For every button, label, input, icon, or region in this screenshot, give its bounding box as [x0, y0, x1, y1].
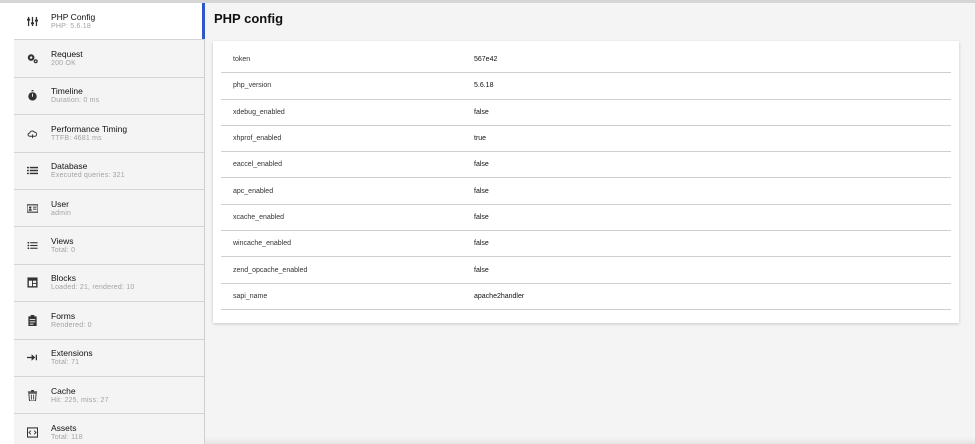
sidebar-item-label: Assets: [51, 422, 77, 433]
sidebar-item-subtitle: 200 OK: [51, 60, 76, 68]
code-file-icon: [14, 414, 51, 444]
row-key: xcache_enabled: [233, 213, 284, 221]
sidebar-item-views[interactable]: Views Total: 0: [14, 227, 204, 265]
sidebar-item-forms[interactable]: Forms Rendered: 0: [14, 302, 204, 340]
row-key: eaccel_enabled: [233, 161, 283, 169]
table-row: wincache_enabled false: [221, 231, 951, 258]
sidebar-item-label: User: [51, 198, 69, 209]
sidebar: PHP Config PHP: 5.6.18 Request 200 OK Ti…: [14, 3, 205, 444]
sidebar-item-cache[interactable]: Cache Hit: 225, miss: 27: [14, 377, 204, 415]
id-card-icon: [14, 190, 51, 226]
sidebar-item-subtitle: admin: [51, 209, 72, 217]
sidebar-item-subtitle: PHP: 5.6.18: [51, 22, 91, 30]
sidebar-item-extensions[interactable]: Extensions Total: 71: [14, 340, 204, 377]
row-value: false: [474, 266, 489, 274]
sidebar-item-subtitle: Total: 71: [51, 359, 80, 367]
sidebar-item-timeline[interactable]: Timeline Duration: 0 ms: [14, 78, 204, 116]
table-row: token 567e42: [221, 47, 951, 74]
title-bar: PHP config: [205, 3, 975, 34]
sidebar-item-label: Request: [51, 49, 83, 60]
sidebar-item-label: Cache: [51, 385, 76, 396]
sidebar-item-subtitle: TTFB: 4681 ms: [51, 134, 102, 142]
table-row: sapi_name apache2handler: [221, 284, 951, 310]
plug-icon: [14, 340, 51, 376]
row-value: 567e42: [474, 56, 498, 64]
row-value: false: [474, 108, 489, 116]
row-key: token: [233, 56, 251, 64]
sidebar-item-label: Database: [51, 161, 88, 172]
sidebar-item-label: PHP Config: [51, 11, 96, 22]
cogs-icon: [14, 40, 51, 76]
main-panel: PHP config token 567e42 php_version 5.6.…: [205, 3, 975, 444]
sidebar-item-performance-timing[interactable]: Performance Timing TTFB: 4681 ms: [14, 115, 204, 153]
sidebar-item-label: Timeline: [51, 86, 83, 97]
row-value: false: [474, 240, 489, 248]
sidebar-item-subtitle: Rendered: 0: [51, 321, 92, 329]
sidebar-item-subtitle: Hit: 225, miss: 27: [51, 396, 109, 404]
trash-icon: [14, 377, 51, 413]
table-row: xhprof_enabled true: [221, 126, 951, 153]
bottom-shadow: [205, 436, 975, 444]
list-icon: [14, 153, 51, 189]
sidebar-item-subtitle: Duration: 0 ms: [51, 97, 100, 105]
sidebar-item-subtitle: Executed queries: 321: [51, 172, 125, 180]
row-key: zend_opcache_enabled: [233, 266, 308, 274]
row-value: false: [474, 187, 489, 195]
bullet-list-icon: [14, 227, 51, 263]
row-value: true: [474, 135, 487, 143]
page-title: PHP config: [214, 11, 284, 26]
sidebar-item-database[interactable]: Database Executed queries: 321: [14, 153, 204, 190]
sidebar-item-php-config[interactable]: PHP Config PHP: 5.6.18: [14, 3, 205, 41]
row-value: 5.6.18: [474, 82, 494, 90]
table-row: zend_opcache_enabled false: [221, 257, 951, 284]
layout-icon: [14, 265, 51, 301]
row-key: sapi_name: [233, 292, 268, 300]
table-row: xcache_enabled false: [221, 205, 951, 232]
sidebar-item-assets[interactable]: Assets Total: 118: [14, 414, 204, 444]
sidebar-item-label: Forms: [51, 310, 76, 321]
row-key: xdebug_enabled: [233, 108, 285, 116]
table-row: php_version 5.6.18: [221, 73, 951, 100]
row-value: false: [474, 213, 489, 221]
sidebar-item-request[interactable]: Request 200 OK: [14, 40, 204, 78]
row-key: xhprof_enabled: [233, 135, 282, 143]
sliders-icon: [14, 3, 51, 39]
sidebar-item-label: Views: [51, 236, 74, 247]
table-row: apc_enabled false: [221, 178, 951, 205]
sidebar-item-subtitle: Total: 0: [51, 247, 76, 255]
sidebar-item-label: Blocks: [51, 273, 77, 284]
clipboard-icon: [14, 302, 51, 338]
table-row: xdebug_enabled false: [221, 100, 951, 126]
php-config-table: token 567e42 php_version 5.6.18 xdebug_e…: [213, 41, 959, 323]
sidebar-item-label: Performance Timing: [51, 123, 128, 134]
sidebar-item-label: Extensions: [51, 348, 93, 359]
sidebar-item-subtitle: Loaded: 21, rendered: 10: [51, 284, 135, 292]
sidebar-item-subtitle: Total: 118: [51, 433, 83, 441]
sidebar-item-user[interactable]: User admin: [14, 190, 204, 228]
row-key: wincache_enabled: [233, 240, 291, 248]
stopwatch-icon: [14, 78, 51, 114]
cloud-icon: [14, 115, 51, 151]
row-value: apache2handler: [474, 292, 525, 300]
sidebar-item-blocks[interactable]: Blocks Loaded: 21, rendered: 10: [14, 265, 204, 303]
row-key: apc_enabled: [233, 187, 274, 195]
table-row: eaccel_enabled false: [221, 152, 951, 179]
row-value: false: [474, 161, 489, 169]
row-key: php_version: [233, 82, 272, 90]
